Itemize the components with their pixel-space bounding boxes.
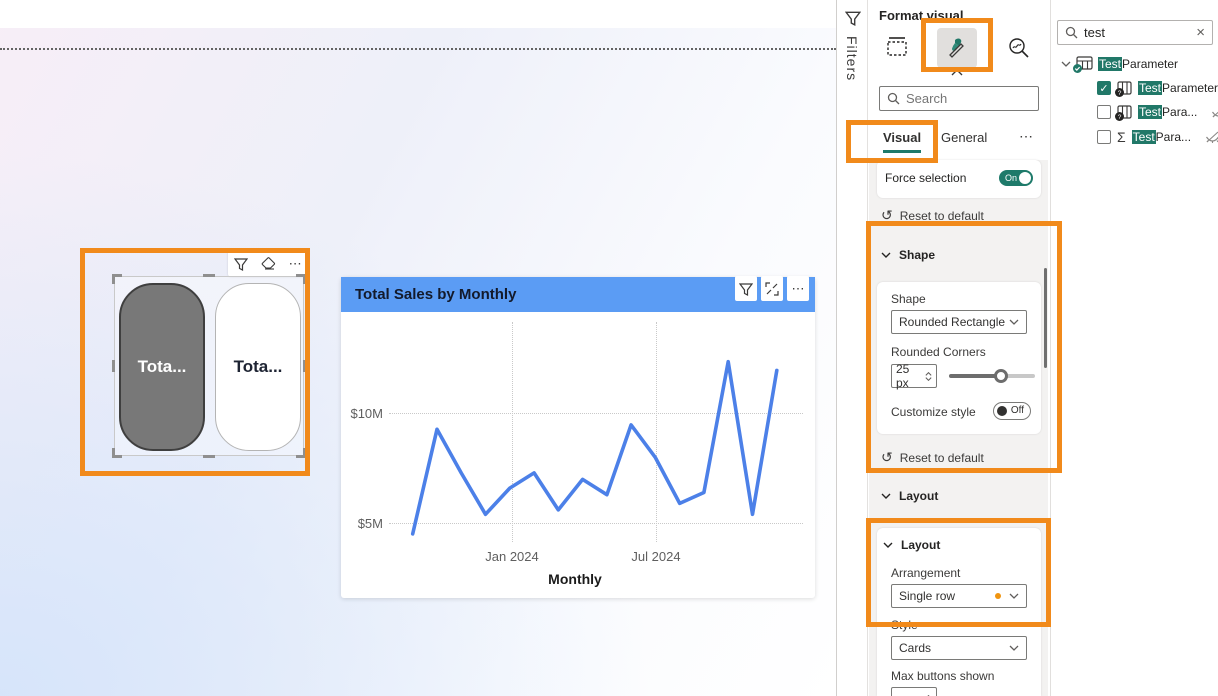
chevron-down-icon <box>1009 645 1019 651</box>
search-match-highlight: Test <box>1138 105 1163 119</box>
annotation-box-layout-section <box>866 518 1051 627</box>
toggle-state-label: On <box>1005 173 1018 183</box>
format-search-input[interactable] <box>906 91 1016 106</box>
tree-label: TestParameter <box>1098 56 1179 71</box>
tree-row-field[interactable]: ✓ ? TestParameter <box>1097 81 1218 97</box>
filters-pane-collapsed[interactable]: Filters <box>836 0 868 696</box>
annotation-box-visual-tab <box>846 120 938 163</box>
toggle-knob <box>1019 172 1031 184</box>
sales-line-plot <box>410 359 779 536</box>
checkbox-unchecked[interactable] <box>1097 130 1111 144</box>
parameter-field-icon: ? <box>1115 81 1132 97</box>
question-badge-icon: ? <box>1115 88 1124 97</box>
chevron-down-icon[interactable] <box>1061 61 1071 67</box>
tree-label: TestPara... <box>1131 130 1192 144</box>
force-selection-label: Force selection <box>885 171 967 185</box>
power-bi-window: ⋯ Tota... Tota... Total Sales by Monthly <box>0 0 1218 696</box>
tree-row-table[interactable]: TestParameter <box>1061 56 1179 73</box>
search-match-highlight: Test <box>1131 130 1156 144</box>
search-icon <box>1065 26 1078 39</box>
clear-search-icon[interactable]: × <box>1196 24 1205 41</box>
chevron-down-icon <box>881 493 891 499</box>
tabs-more-options-icon[interactable]: ⋯ <box>1019 128 1034 145</box>
canvas-top-strip <box>0 0 836 28</box>
tab-general[interactable]: General <box>941 130 987 150</box>
tree-row-field[interactable]: ? TestPara... <box>1097 105 1218 121</box>
search-match-highlight: Test <box>1098 56 1123 71</box>
checked-badge-icon <box>1073 64 1082 73</box>
visibility-off-icon <box>1211 106 1218 119</box>
annotation-box-shape-section <box>866 221 1062 473</box>
search-icon <box>887 92 900 105</box>
tree-row-measure[interactable]: Σ TestPara... <box>1097 129 1218 145</box>
checkbox-checked[interactable]: ✓ <box>1097 81 1111 95</box>
max-buttons-label: Max buttons shown <box>891 669 995 683</box>
checkbox-unchecked[interactable] <box>1097 105 1111 119</box>
page-guide-dotted-line <box>0 48 836 50</box>
svg-text:?: ? <box>1118 90 1122 97</box>
table-icon <box>1073 56 1093 73</box>
annotation-box-format-icon <box>921 18 993 72</box>
parameter-field-icon: ? <box>1115 105 1132 121</box>
style-dropdown[interactable]: Cards <box>891 636 1027 660</box>
annotation-box-slicer <box>80 248 310 476</box>
fields-search-box[interactable]: × <box>1057 20 1213 45</box>
force-selection-toggle-on[interactable]: On <box>999 170 1033 186</box>
build-visual-icon[interactable] <box>885 36 909 58</box>
section-header-layout[interactable]: Layout <box>881 489 938 503</box>
tree-label: TestParameter <box>1138 81 1218 95</box>
search-match-highlight: Test <box>1138 81 1163 95</box>
style-dropdown-value: Cards <box>899 641 932 655</box>
sigma-measure-icon: Σ <box>1117 129 1126 145</box>
force-selection-card: Force selection On <box>877 160 1041 198</box>
filter-icon <box>845 10 861 26</box>
fields-search-input[interactable] <box>1084 25 1184 40</box>
filters-pane-label: Filters <box>844 36 860 82</box>
data-fields-pane: × TestParameter ✓ ? TestParameter <box>1050 0 1218 696</box>
format-search-box[interactable] <box>879 86 1039 111</box>
svg-text:?: ? <box>1118 114 1122 121</box>
max-buttons-spinner[interactable] <box>891 687 937 696</box>
question-badge-icon: ? <box>1115 112 1124 121</box>
visibility-off-icon <box>1205 131 1218 144</box>
analytics-icon[interactable] <box>1007 36 1031 60</box>
tree-label: TestPara... <box>1138 105 1198 119</box>
line-chart-visual[interactable]: Total Sales by Monthly ⋯ $10M $5M Jan 20… <box>341 276 815 598</box>
sales-line <box>410 359 779 536</box>
